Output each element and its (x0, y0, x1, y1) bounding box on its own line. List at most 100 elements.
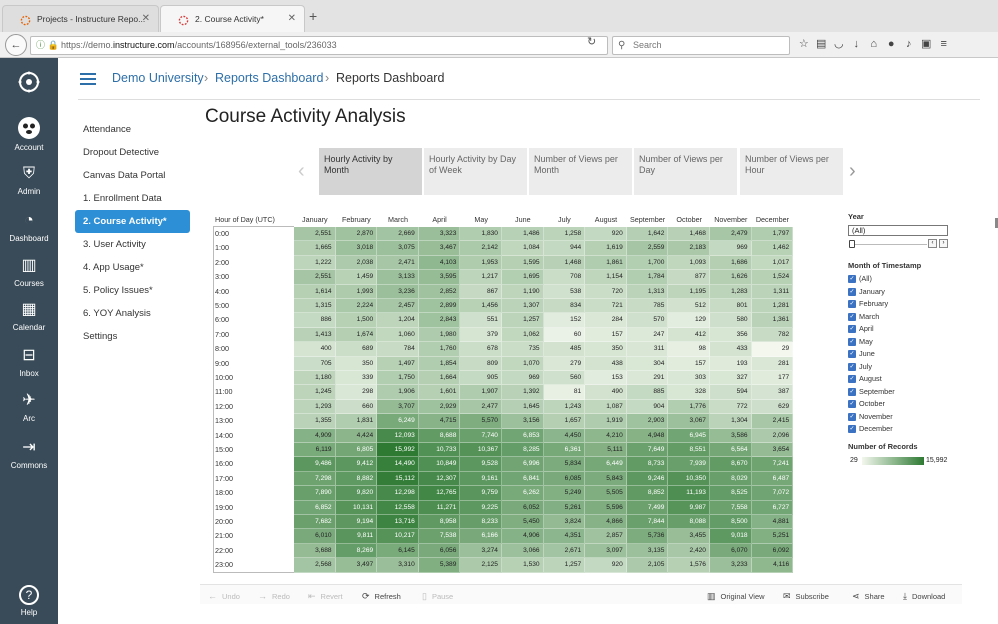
heatmap-cell[interactable]: 6,262 (502, 486, 544, 501)
heatmap-cell[interactable]: 678 (460, 342, 502, 357)
heatmap-cell[interactable]: 9,811 (335, 529, 378, 544)
heatmap-cell[interactable]: 177 (751, 371, 794, 386)
heatmap-cell[interactable]: 570 (626, 313, 669, 328)
heatmap-cell[interactable]: 1,413 (294, 327, 336, 343)
heatmap-cell[interactable]: 867 (460, 284, 502, 299)
heatmap-cell[interactable]: 8,882 (335, 471, 378, 487)
heatmap-cell[interactable]: 944 (543, 241, 586, 256)
heatmap-cell[interactable]: 10,131 (335, 500, 378, 515)
heatmap-cell[interactable]: 2,843 (418, 313, 461, 328)
heatmap-cell[interactable]: 7,072 (751, 486, 794, 501)
heatmap-cell[interactable]: 1,283 (710, 284, 752, 299)
heatmap-cell[interactable]: 538 (543, 284, 586, 299)
heatmap-cell[interactable]: 8,233 (460, 515, 502, 530)
month-filter-option[interactable]: ✓ May (848, 336, 958, 349)
heatmap-cell[interactable]: 1,304 (710, 414, 752, 429)
heatmap-cell[interactable]: 1,257 (502, 313, 544, 328)
checkbox-checked-icon[interactable]: ✓ (848, 287, 856, 296)
heatmap-cell[interactable]: 2,669 (377, 227, 419, 242)
new-tab-plus-icon[interactable]: + (309, 8, 317, 24)
heatmap-cell[interactable]: 6,010 (294, 529, 336, 544)
heatmap-cell[interactable]: 7,558 (710, 500, 752, 515)
back-arrow-icon[interactable]: ← (5, 34, 27, 56)
nav-admin[interactable]: ⛨ Admin (0, 164, 58, 196)
heatmap-cell[interactable]: 356 (710, 327, 752, 343)
heatmap-cell[interactable]: 291 (626, 371, 669, 386)
heatmap-cell[interactable]: 2,457 (377, 299, 419, 314)
heatmap-cell[interactable]: 328 (668, 385, 710, 400)
heatmap-cell[interactable]: 8,269 (335, 543, 378, 559)
heatmap-cell[interactable]: 6,166 (460, 529, 502, 544)
heatmap-cell[interactable]: 1,084 (502, 241, 544, 256)
heatmap-cell[interactable]: 1,830 (460, 227, 502, 242)
heatmap-cell[interactable]: 6,945 (668, 428, 710, 443)
heatmap-cell[interactable]: 2,899 (418, 299, 461, 314)
heatmap-cell[interactable]: 327 (710, 371, 752, 386)
heatmap-cell[interactable]: 660 (335, 399, 378, 415)
heatmap-cell[interactable]: 9,225 (460, 500, 502, 515)
heatmap-cell[interactable]: 7,538 (418, 529, 461, 544)
heatmap-cell[interactable]: 1,854 (418, 356, 461, 371)
heatmap-cell[interactable]: 1,180 (294, 371, 336, 386)
download-arrow-icon[interactable]: ↓ (848, 38, 866, 50)
heatmap-cell[interactable]: 8,088 (668, 515, 710, 530)
heatmap-cell[interactable]: 6,145 (377, 543, 419, 559)
heatmap-cell[interactable]: 1,497 (377, 356, 419, 371)
heatmap-cell[interactable]: 629 (751, 399, 794, 415)
heatmap-cell[interactable]: 4,866 (585, 515, 627, 530)
heatmap-cell[interactable]: 1,576 (668, 558, 710, 573)
heatmap-cell[interactable]: 2,420 (668, 543, 710, 559)
heatmap-cell[interactable]: 1,217 (460, 270, 502, 285)
heatmap-cell[interactable]: 708 (543, 270, 586, 285)
heatmap-cell[interactable]: 2,857 (585, 529, 627, 544)
heatmap-cell[interactable]: 6,249 (377, 414, 419, 429)
heatmap-cell[interactable]: 4,351 (543, 529, 586, 544)
subnav-attendance[interactable]: Attendance (75, 118, 190, 141)
heatmap-cell[interactable]: 3,066 (502, 543, 544, 559)
undo-button[interactable]: ← Undo (208, 591, 240, 601)
heatmap-cell[interactable]: 193 (710, 356, 752, 371)
heatmap-cell[interactable]: 3,067 (668, 414, 710, 429)
heatmap-cell[interactable]: 3,310 (377, 558, 419, 573)
subnav-yoy-analysis[interactable]: 6. YOY Analysis (75, 302, 190, 325)
heatmap-cell[interactable]: 3,156 (502, 414, 544, 429)
heatmap-cell[interactable]: 13,716 (377, 515, 419, 530)
heatmap-cell[interactable]: 1,462 (751, 241, 794, 256)
heatmap-cell[interactable]: 10,849 (418, 457, 461, 472)
nav-inbox[interactable]: ⊟ Inbox (0, 346, 58, 378)
heatmap-cell[interactable]: 5,596 (585, 500, 627, 515)
heatmap-cell[interactable]: 1,468 (543, 255, 586, 271)
heatmap-cell[interactable]: 4,881 (751, 515, 794, 530)
heatmap-cell[interactable]: 1,919 (585, 414, 627, 429)
heatmap-cell[interactable]: 2,471 (377, 255, 419, 271)
heatmap-cell[interactable]: 809 (460, 356, 502, 371)
heatmap-cell[interactable]: 60 (543, 327, 586, 343)
original-view-button[interactable]: ▥ Original View (707, 591, 765, 602)
view-tab-views-per-hour[interactable]: Number of Views per Hour (740, 148, 843, 195)
heatmap-cell[interactable]: 1,456 (460, 299, 502, 314)
chat-icon[interactable]: ● (883, 38, 901, 50)
heatmap-cell[interactable]: 298 (335, 385, 378, 400)
heatmap-cell[interactable]: 1,313 (626, 284, 669, 299)
heatmap-cell[interactable]: 8,958 (418, 515, 461, 530)
nav-commons[interactable]: ⇥ Commons (0, 438, 58, 470)
heatmap-cell[interactable]: 1,392 (502, 385, 544, 400)
heatmap-cell[interactable]: 720 (585, 284, 627, 299)
heatmap-cell[interactable]: 782 (751, 327, 794, 343)
heatmap-cell[interactable]: 1,907 (460, 385, 502, 400)
heatmap-cell[interactable]: 2,551 (294, 227, 336, 242)
heatmap-cell[interactable]: 1,062 (502, 327, 544, 343)
heatmap-cell[interactable]: 379 (460, 327, 502, 343)
nav-account[interactable]: Account (0, 116, 58, 152)
month-filter-option[interactable]: ✓ October (848, 398, 958, 411)
heatmap-cell[interactable]: 721 (585, 299, 627, 314)
heatmap-cell[interactable]: 1,657 (543, 414, 586, 429)
heatmap-cell[interactable]: 1,614 (294, 284, 336, 299)
nav-calendar[interactable]: ▦ Calendar (0, 300, 58, 332)
heatmap-cell[interactable]: 3,586 (710, 428, 752, 443)
heatmap-cell[interactable]: 1,645 (502, 399, 544, 415)
heatmap-cell[interactable]: 3,097 (585, 543, 627, 559)
heatmap-cell[interactable]: 247 (626, 327, 669, 343)
month-filter-option[interactable]: ✓ February (848, 298, 958, 311)
heatmap-cell[interactable]: 3,135 (626, 543, 669, 559)
